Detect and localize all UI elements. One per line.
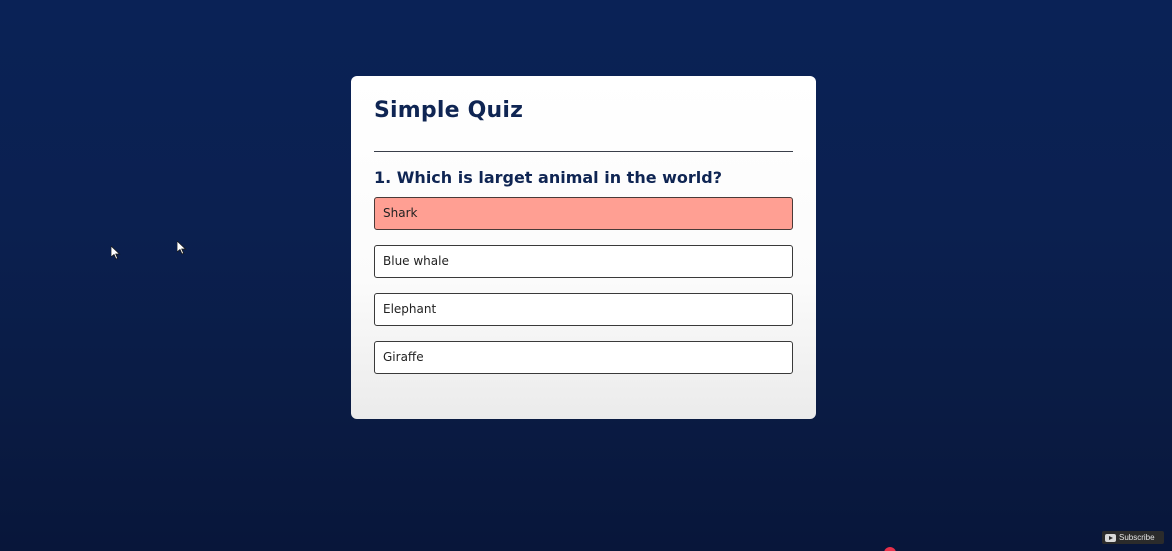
quiz-title: Simple Quiz (374, 98, 524, 123)
answer-button-giraffe[interactable]: Giraffe (374, 341, 793, 374)
answer-button-shark[interactable]: Shark (374, 197, 793, 230)
answer-list: Shark Blue whale Elephant Giraffe (374, 197, 793, 389)
question-text: 1. Which is larget animal in the world? (374, 168, 723, 187)
youtube-icon (1105, 533, 1116, 542)
recording-indicator (884, 547, 896, 551)
subscribe-button[interactable]: Subscribe (1102, 531, 1164, 544)
quiz-card: Simple Quiz 1. Which is larget animal in… (351, 76, 816, 419)
answer-button-elephant[interactable]: Elephant (374, 293, 793, 326)
subscribe-label: Subscribe (1119, 533, 1155, 542)
answer-button-blue-whale[interactable]: Blue whale (374, 245, 793, 278)
divider (374, 151, 793, 152)
